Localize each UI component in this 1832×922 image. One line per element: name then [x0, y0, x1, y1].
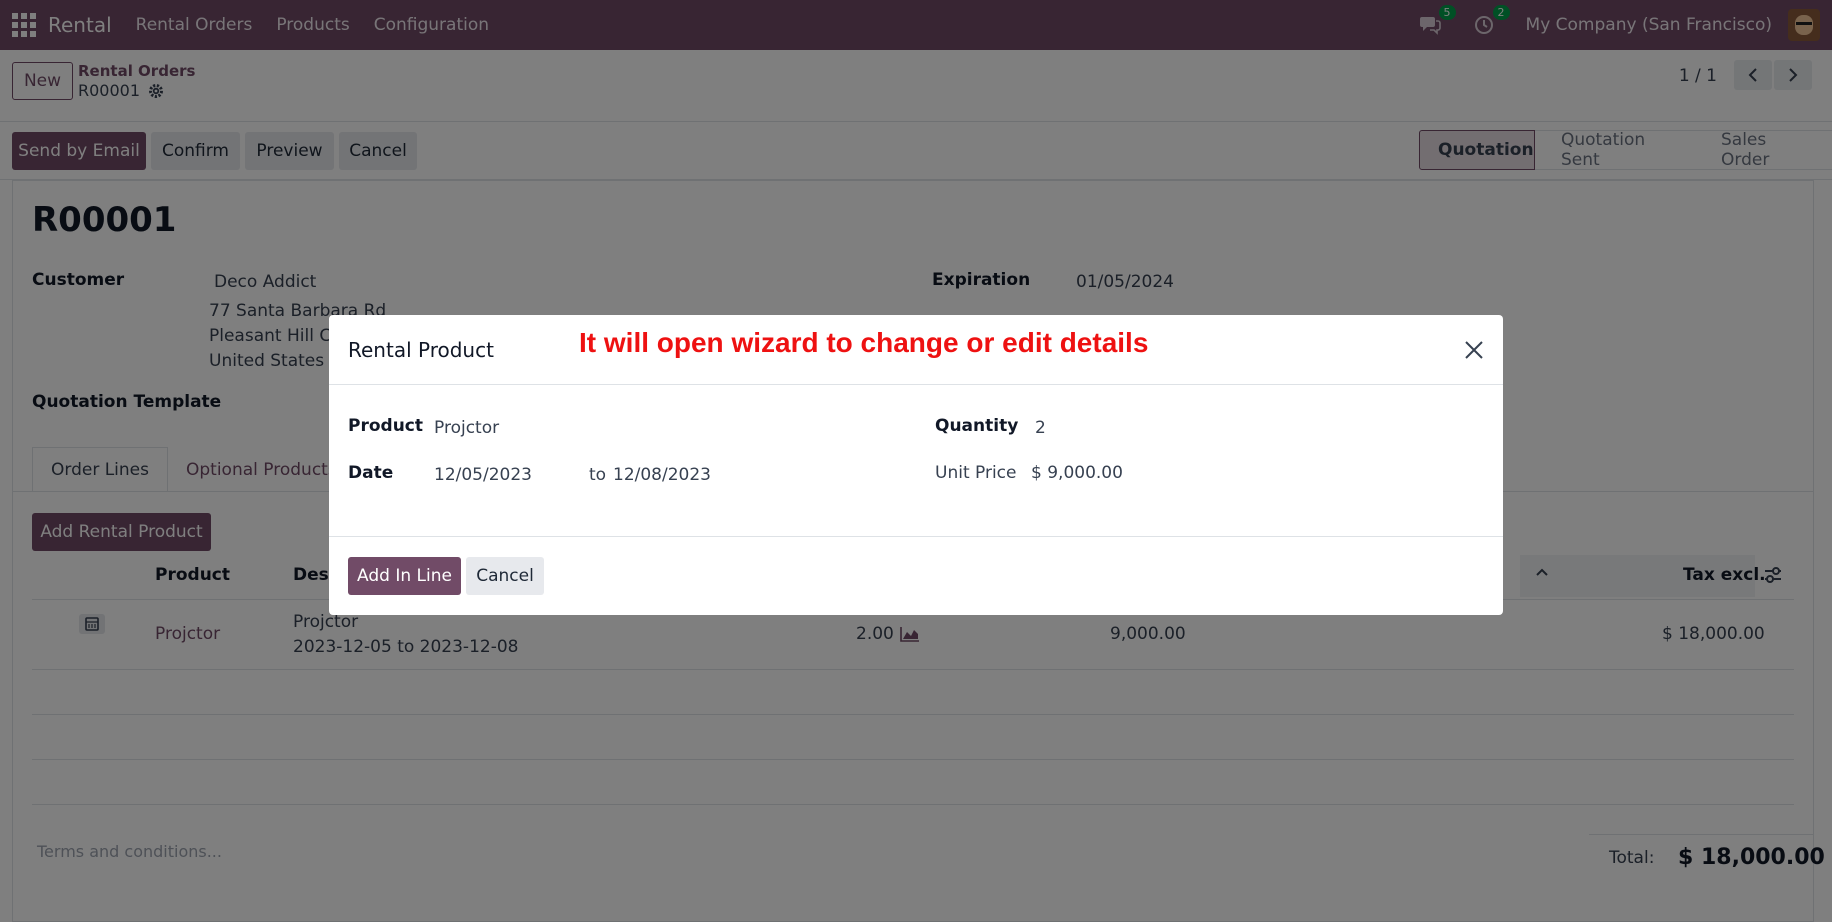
dialog-unit-price-label: Unit Price [935, 463, 1017, 483]
dialog-date-to-field[interactable]: 12/08/2023 [613, 465, 711, 485]
dialog-footer-divider [329, 536, 1503, 537]
rental-product-dialog: Rental Product It will open wizard to ch… [329, 315, 1503, 615]
add-in-line-button[interactable]: Add In Line [348, 557, 461, 595]
dialog-title: Rental Product [348, 338, 494, 362]
dialog-date-label: Date [348, 463, 394, 483]
dialog-cancel-button[interactable]: Cancel [466, 557, 544, 595]
dialog-product-label: Product [348, 416, 423, 436]
dialog-quantity-label: Quantity [935, 416, 1019, 436]
dialog-product-field[interactable]: Projctor [434, 418, 499, 438]
dialog-quantity-field[interactable]: 2 [1035, 418, 1046, 438]
dialog-header: Rental Product It will open wizard to ch… [329, 315, 1503, 385]
dialog-date-to-label: to [589, 465, 607, 485]
annotation-text: It will open wizard to change or edit de… [579, 327, 1149, 358]
close-icon[interactable] [1461, 337, 1487, 363]
dialog-unit-price-field[interactable]: $ 9,000.00 [1031, 463, 1123, 483]
dialog-date-from-field[interactable]: 12/05/2023 [434, 465, 532, 485]
